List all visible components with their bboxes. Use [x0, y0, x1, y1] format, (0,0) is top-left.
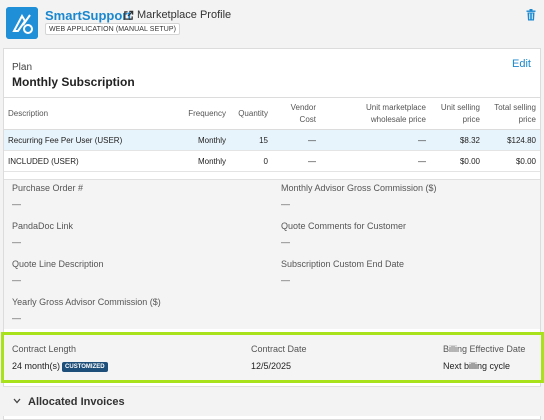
cell-total-price: $124.80 — [484, 129, 540, 151]
contract-date-label: Contract Date — [251, 344, 307, 354]
field-value: — — [281, 199, 290, 209]
contract-date-value: 12/5/2025 — [251, 361, 292, 371]
table-row[interactable]: INCLUDED (USER) Monthly 0 — — $0.00 $0.0… — [4, 150, 540, 172]
table-row[interactable]: Recurring Fee Per User (USER) Monthly 15… — [4, 129, 540, 151]
app-logo-icon — [6, 7, 38, 39]
allocated-invoices-toggle[interactable]: Allocated Invoices — [3, 386, 541, 416]
trash-icon[interactable] — [526, 9, 536, 21]
table-header-row: Description Frequency Quantity Vendor Cos… — [4, 97, 540, 130]
cell-description: Recurring Fee Per User (USER) — [4, 129, 154, 151]
col-quantity: Quantity — [230, 97, 272, 130]
app-name-link[interactable]: SmartSupport — [45, 8, 132, 23]
field-yearly-advisor-commission: Yearly Gross Advisor Commission ($) — — [12, 297, 161, 323]
field-purchase-order: Purchase Order # — — [12, 183, 83, 209]
cell-wholesale-price: — — [320, 150, 430, 172]
col-unit-selling-price: Unit selling price — [430, 97, 484, 130]
contract-section: Contract Length 24 month(s) CUSTOMIZED Co… — [1, 332, 544, 383]
field-quote-line-description: Quote Line Description — — [12, 259, 104, 285]
plan-label: Plan — [12, 62, 33, 73]
field-value: — — [12, 275, 21, 285]
contract-length-label: Contract Length — [12, 344, 77, 354]
billing-effective-date-label: Billing Effective Date — [443, 344, 526, 354]
contract-length-value: 24 month(s) CUSTOMIZED — [12, 361, 108, 372]
app-type-badge: WEB APPLICATION (MANUAL SETUP) — [45, 23, 181, 35]
col-wholesale-price: Unit marketplace wholesale price — [320, 97, 430, 130]
field-value: — — [281, 237, 290, 247]
field-monthly-advisor-commission: Monthly Advisor Gross Commission ($) — — [281, 183, 437, 209]
cell-frequency: Monthly — [154, 150, 230, 172]
field-label: Quote Comments for Customer — [281, 221, 407, 231]
pricing-table: Description Frequency Quantity Vendor Cos… — [4, 97, 540, 172]
edit-plan-link[interactable]: Edit — [512, 58, 531, 70]
field-subscription-end-date: Subscription Custom End Date — — [281, 259, 404, 285]
field-value: — — [12, 313, 21, 323]
field-value: — — [12, 237, 21, 247]
field-pandadoc-link: PandaDoc Link — — [12, 221, 73, 247]
cell-unit-price: $8.32 — [430, 129, 484, 151]
cell-frequency: Monthly — [154, 129, 230, 151]
external-link-icon[interactable] — [123, 10, 134, 21]
cell-description: INCLUDED (USER) — [4, 150, 154, 172]
field-label: Quote Line Description — [12, 259, 104, 269]
field-label: Subscription Custom End Date — [281, 259, 405, 269]
plan-fields: Purchase Order # — Monthly Advisor Gross… — [4, 179, 540, 329]
cell-unit-price: $0.00 — [430, 150, 484, 172]
field-value: — — [281, 275, 290, 285]
marketplace-profile-link[interactable]: Marketplace Profile — [137, 9, 231, 21]
field-quote-comments: Quote Comments for Customer — — [281, 221, 406, 247]
cell-quantity: 15 — [230, 129, 272, 151]
cell-total-price: $0.00 — [484, 150, 540, 172]
col-total-selling-price: Total selling price — [484, 97, 540, 130]
col-description: Description — [4, 97, 154, 130]
field-label: PandaDoc Link — [12, 221, 74, 231]
col-frequency: Frequency — [154, 97, 230, 130]
plan-title: Monthly Subscription — [12, 75, 135, 89]
field-label: Yearly Gross Advisor Commission ($) — [12, 297, 161, 307]
allocated-invoices-title: Allocated Invoices — [28, 396, 125, 408]
billing-effective-date-value: Next billing cycle — [443, 361, 511, 371]
cell-vendor-cost: — — [272, 150, 320, 172]
cell-vendor-cost: — — [272, 129, 320, 151]
chevron-down-icon[interactable] — [13, 398, 21, 404]
customized-badge: CUSTOMIZED — [62, 361, 108, 372]
cell-wholesale-price: — — [320, 129, 430, 151]
cell-quantity: 0 — [230, 150, 272, 172]
app-header: SmartSupport Marketplace Profile WEB APP… — [0, 0, 544, 46]
field-value: — — [12, 199, 21, 209]
col-vendor-cost: Vendor Cost — [272, 97, 320, 130]
field-label: Monthly Advisor Gross Commission ($) — [281, 183, 437, 193]
field-label: Purchase Order # — [12, 183, 84, 193]
